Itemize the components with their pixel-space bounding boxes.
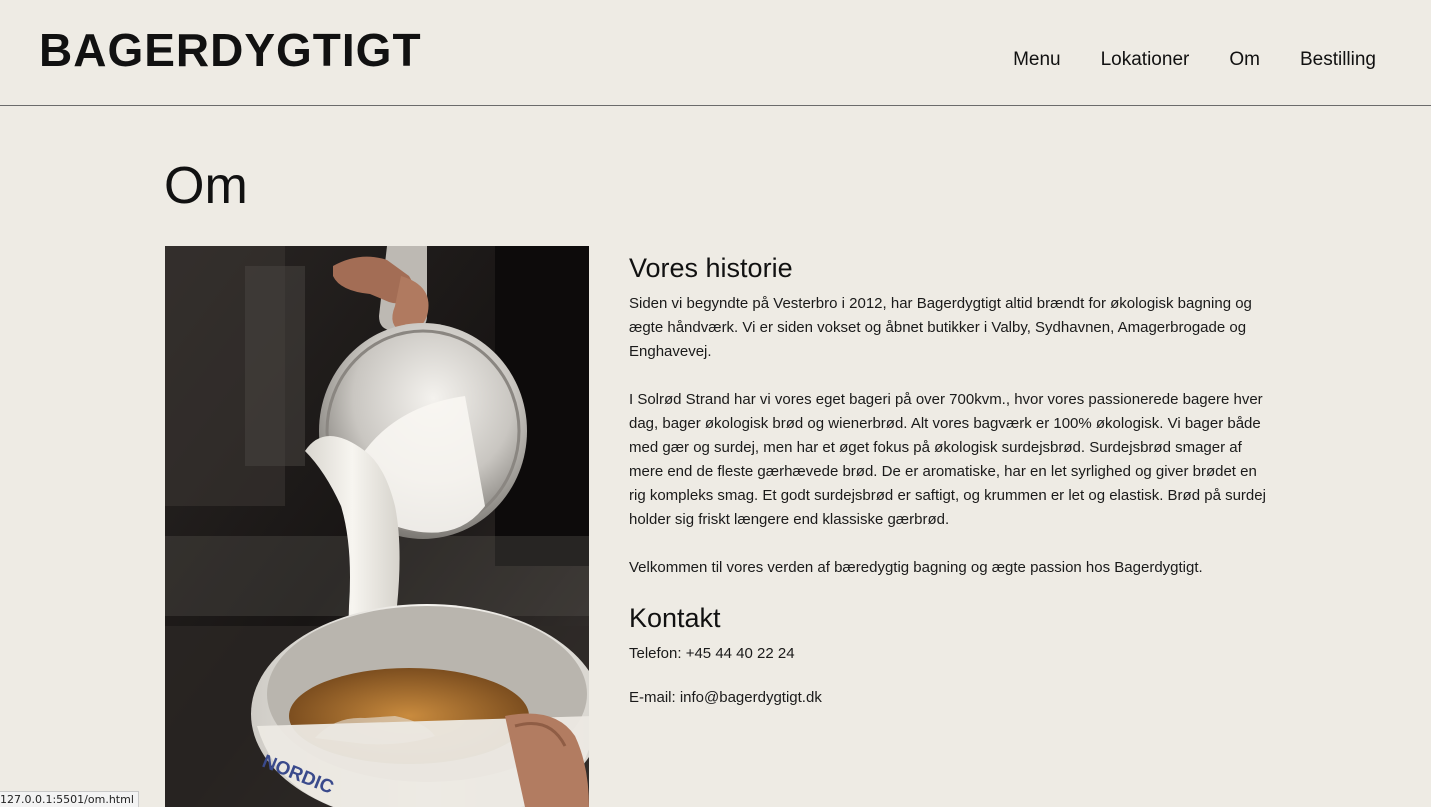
nav-lokationer[interactable]: Lokationer xyxy=(1101,47,1190,73)
page-title: Om xyxy=(164,157,248,215)
main-nav: Menu Lokationer Om Bestilling xyxy=(1013,47,1376,73)
contact-email[interactable]: E-mail: info@bagerdygtigt.dk xyxy=(629,686,1269,710)
contact-heading: Kontakt xyxy=(629,603,721,633)
history-paragraph-1: Siden vi begyndte på Vesterbro i 2012, h… xyxy=(629,295,1252,360)
site-header: BAGERDYGTIGT Menu Lokationer Om Bestilli… xyxy=(0,0,1431,106)
nav-menu[interactable]: Menu xyxy=(1013,47,1061,73)
contact-phone: Telefon: +45 44 40 22 24 xyxy=(629,645,795,662)
nav-om[interactable]: Om xyxy=(1229,47,1260,73)
history-heading: Vores historie xyxy=(629,253,793,283)
browser-status-url: 127.0.0.1:5501/om.html xyxy=(0,791,139,807)
content-column: Vores historie Siden vi begyndte på Vest… xyxy=(629,250,1269,710)
latte-pouring-photo: NORDIC xyxy=(165,246,589,807)
nav-bestilling[interactable]: Bestilling xyxy=(1300,47,1376,73)
site-logo[interactable]: BAGERDYGTIGT xyxy=(39,22,422,78)
history-paragraph-2: I Solrød Strand har vi vores eget bageri… xyxy=(629,391,1266,528)
history-paragraph-3: Velkommen til vores verden af bæredygtig… xyxy=(629,559,1203,576)
